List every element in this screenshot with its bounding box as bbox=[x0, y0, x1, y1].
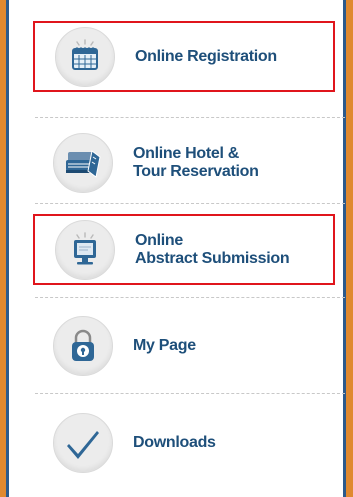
side-menu: Online Registration Online Hotel & Tour … bbox=[9, 0, 345, 497]
menu-item-label: Online Registration bbox=[135, 47, 277, 65]
frame-right-border bbox=[346, 0, 353, 497]
menu-item-online-registration[interactable]: Online Registration bbox=[33, 21, 335, 92]
divider bbox=[35, 297, 345, 298]
lock-icon bbox=[53, 315, 113, 376]
monitor-icon bbox=[55, 219, 115, 280]
menu-item-downloads[interactable]: Downloads bbox=[33, 407, 335, 478]
menu-item-label: Downloads bbox=[133, 433, 216, 451]
menu-item-label: My Page bbox=[133, 336, 196, 354]
divider bbox=[35, 393, 345, 394]
divider bbox=[35, 117, 345, 118]
menu-item-my-page[interactable]: My Page bbox=[33, 310, 335, 381]
menu-item-abstract-submission[interactable]: Online Abstract Submission bbox=[33, 214, 335, 285]
calendar-icon bbox=[55, 26, 115, 87]
checkmark-icon bbox=[53, 412, 113, 473]
menu-item-label: Online Abstract Submission bbox=[135, 231, 290, 267]
divider bbox=[35, 203, 345, 204]
menu-item-label: Online Hotel & Tour Reservation bbox=[133, 144, 259, 180]
hotel-ticket-icon bbox=[53, 132, 113, 193]
menu-item-hotel-tour-reservation[interactable]: Online Hotel & Tour Reservation bbox=[33, 127, 335, 198]
